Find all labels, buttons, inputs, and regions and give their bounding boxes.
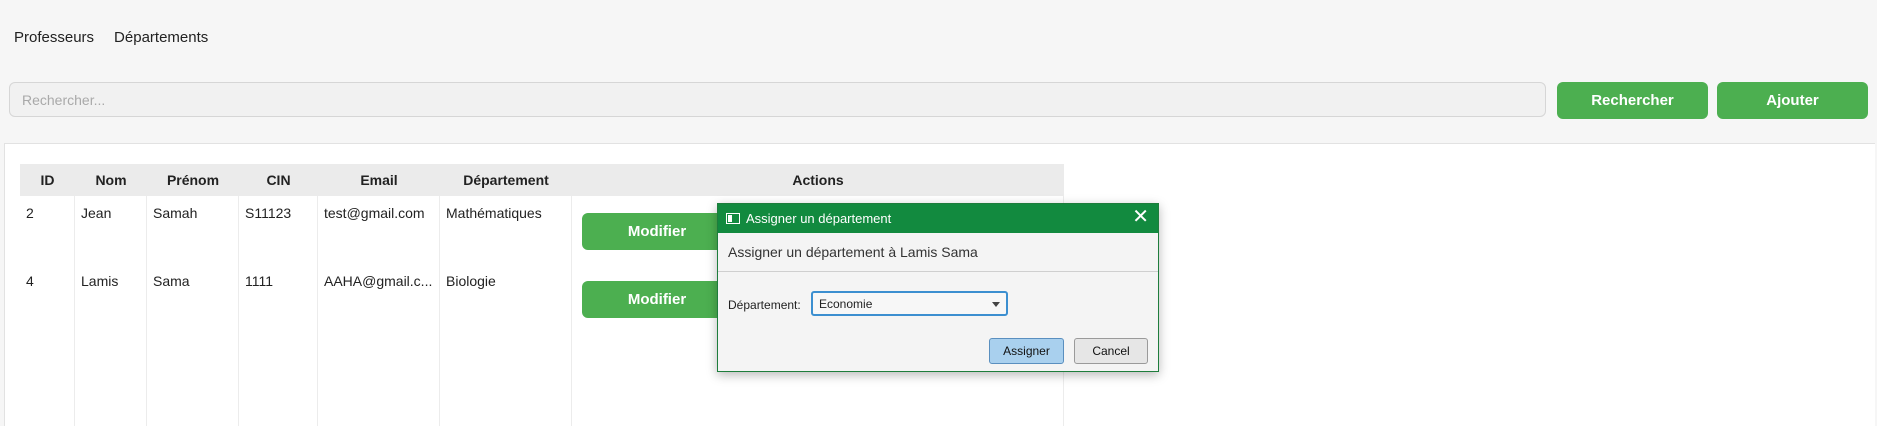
menu-item-departements[interactable]: Départements: [114, 27, 208, 49]
cell-email: test@gmail.com: [318, 196, 440, 264]
search-button[interactable]: Rechercher: [1557, 82, 1708, 119]
column-header-email[interactable]: Email: [318, 172, 440, 188]
window-icon: [726, 213, 740, 224]
dialog-title-bar[interactable]: Assigner un département ✕: [718, 204, 1158, 233]
column-header-departement[interactable]: Département: [440, 172, 572, 188]
column-header-nom[interactable]: Nom: [75, 172, 147, 188]
column-header-actions[interactable]: Actions: [572, 172, 1064, 188]
modify-button[interactable]: Modifier: [582, 213, 732, 250]
cancel-button[interactable]: Cancel: [1074, 338, 1148, 364]
search-input[interactable]: [9, 82, 1546, 117]
department-field-label: Département:: [728, 298, 801, 312]
app-window: Professeurs Départements Rechercher Ajou…: [0, 0, 1877, 426]
modify-button[interactable]: Modifier: [582, 281, 732, 318]
cell-departement: Mathématiques: [440, 196, 572, 264]
cell-cin: S11123: [239, 196, 318, 264]
column-header-prenom[interactable]: Prénom: [147, 172, 239, 188]
cell-id: 4: [20, 264, 75, 332]
cell-id: 2: [20, 196, 75, 264]
column-header-id[interactable]: ID: [20, 172, 75, 188]
dialog-body: Département: Economie Assigner Cancel: [718, 272, 1158, 372]
assign-department-dialog: Assigner un département ✕ Assigner un dé…: [717, 203, 1159, 372]
cell-cin: 1111: [239, 264, 318, 332]
cell-email: AAHA@gmail.c...: [318, 264, 440, 332]
dialog-header-text: Assigner un département à Lamis Sama: [718, 233, 1158, 272]
chevron-down-icon: [992, 302, 1000, 307]
assign-button[interactable]: Assigner: [989, 338, 1064, 364]
menu-bar: Professeurs Départements: [14, 27, 208, 49]
empty-row: [20, 369, 1064, 406]
department-select-value: Economie: [819, 297, 873, 311]
cell-departement: Biologie: [440, 264, 572, 332]
menu-item-professeurs[interactable]: Professeurs: [14, 27, 94, 49]
close-icon[interactable]: ✕: [1132, 207, 1149, 227]
dialog-title: Assigner un département: [746, 211, 892, 226]
table-header: ID Nom Prénom CIN Email Département Acti…: [20, 164, 1064, 196]
cell-prenom: Sama: [147, 264, 239, 332]
column-header-cin[interactable]: CIN: [239, 172, 318, 188]
cell-nom: Lamis: [75, 264, 147, 332]
empty-row: [20, 406, 1064, 426]
cell-prenom: Samah: [147, 196, 239, 264]
add-button[interactable]: Ajouter: [1717, 82, 1868, 119]
cell-nom: Jean: [75, 196, 147, 264]
department-select[interactable]: Economie: [811, 291, 1008, 316]
